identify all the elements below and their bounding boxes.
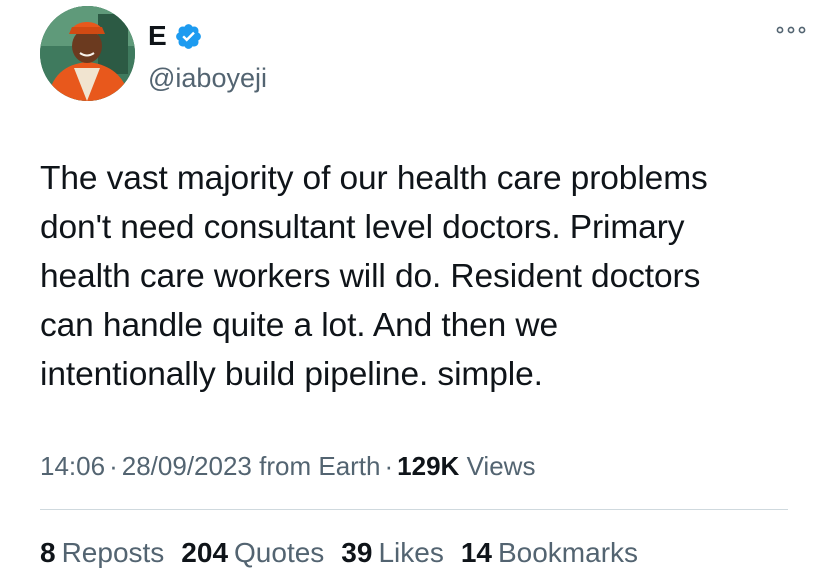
likes-count: 39	[341, 537, 373, 568]
divider	[40, 509, 788, 510]
reposts-count: 8	[40, 537, 56, 568]
bookmarks-label: Bookmarks	[497, 537, 639, 568]
meta-separator-2: ·	[384, 451, 394, 481]
tweet-text: The vast majority of our health care pro…	[40, 160, 708, 393]
tweet-meta: 14:06 · 28/09/2023 from Earth · 129K Views	[40, 448, 535, 484]
name-row: E	[148, 18, 203, 54]
reposts-stat[interactable]: 8 Reposts	[40, 534, 164, 572]
avatar[interactable]	[40, 6, 135, 101]
meta-separator: ·	[109, 451, 118, 481]
tweet-header: E @iaboyeji	[40, 6, 806, 102]
tweet-source: from Earth	[259, 451, 381, 481]
quotes-count: 204	[181, 537, 229, 568]
engagement-stats: 8 Reposts 204 Quotes 39 Likes 14 Bookmarks	[40, 534, 655, 572]
tweet-time[interactable]: 14:06	[40, 451, 105, 481]
views-label: Views	[466, 451, 536, 481]
views-count: 129K	[397, 451, 460, 481]
display-name[interactable]: E	[148, 18, 167, 54]
user-handle[interactable]: @iaboyeji	[148, 60, 267, 96]
quotes-label: Quotes	[234, 537, 325, 568]
more-options-icon[interactable]	[774, 20, 808, 40]
reposts-label: Reposts	[61, 537, 165, 568]
tweet-date[interactable]: 28/09/2023	[122, 451, 252, 481]
likes-label: Likes	[378, 537, 444, 568]
bookmarks-stat[interactable]: 14 Bookmarks	[461, 534, 638, 572]
likes-stat[interactable]: 39 Likes	[341, 534, 444, 572]
avatar-image	[40, 6, 135, 101]
quotes-stat[interactable]: 204 Quotes	[181, 534, 324, 572]
bookmarks-count: 14	[460, 537, 492, 568]
verified-badge-icon	[174, 22, 203, 51]
